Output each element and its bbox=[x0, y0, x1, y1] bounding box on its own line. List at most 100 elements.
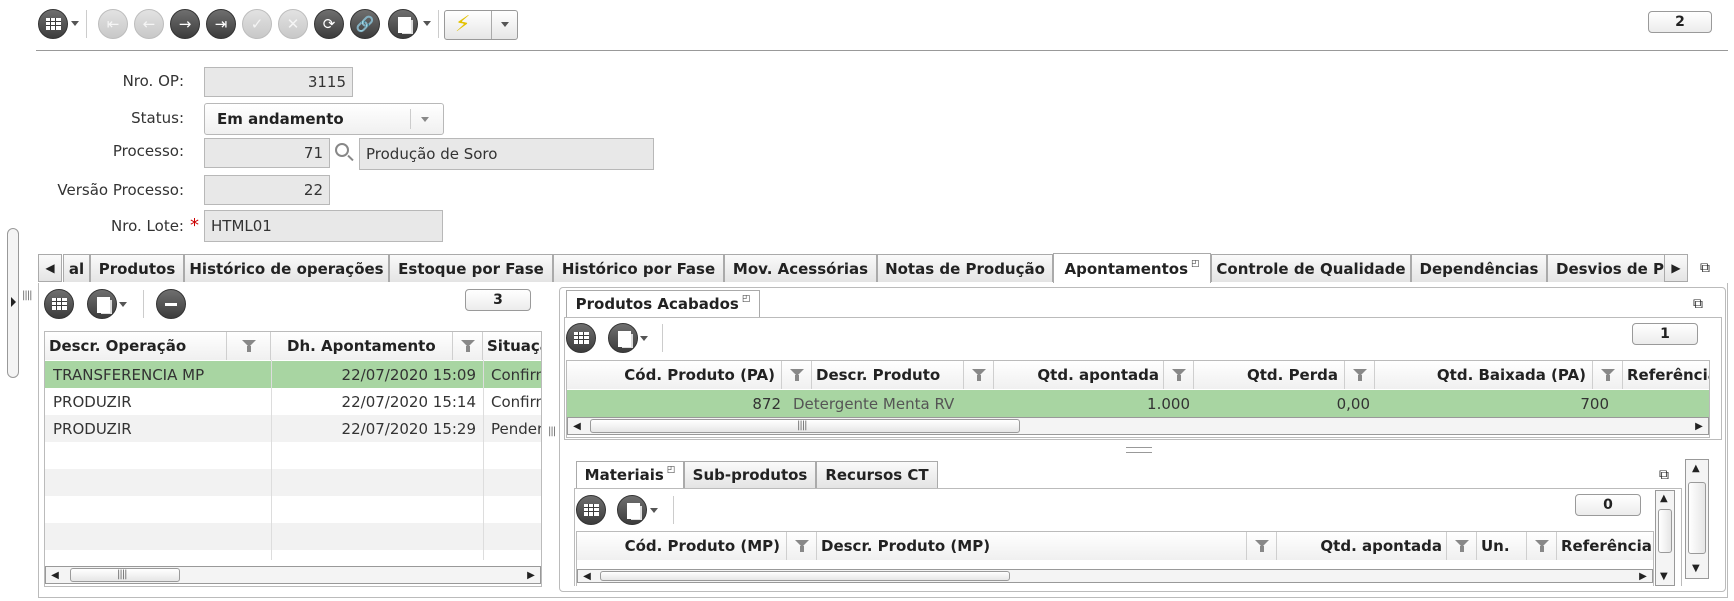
scroll-right-icon[interactable]: ▶ bbox=[522, 567, 540, 583]
chevron-down-icon[interactable] bbox=[119, 302, 127, 307]
tab-scroll-left-button[interactable]: ◀ bbox=[38, 254, 62, 282]
col-cod-produto-mp[interactable]: Cód. Produto (MP) bbox=[577, 532, 787, 560]
window-icon[interactable]: ⧉ bbox=[1700, 260, 1710, 276]
apontamentos-clone-button[interactable] bbox=[87, 289, 117, 319]
scroll-right-icon[interactable]: ▶ bbox=[1690, 418, 1708, 434]
table-row[interactable]: 872 Detergente Menta RV 1.000 0,00 700 bbox=[567, 390, 1709, 417]
horizontal-splitter[interactable] bbox=[1126, 447, 1152, 453]
col-dh-apontamento-filter[interactable] bbox=[453, 332, 483, 360]
scroll-up-icon[interactable]: ▲ bbox=[1660, 493, 1668, 504]
col-descr-produto[interactable]: Descr. Produto bbox=[812, 361, 964, 389]
tab-al[interactable]: al bbox=[63, 254, 90, 282]
materiais-clone-button[interactable] bbox=[617, 495, 647, 525]
scroll-thumb[interactable] bbox=[1688, 482, 1706, 554]
status-select[interactable]: Em andamento bbox=[204, 103, 444, 135]
col-dh-apontamento[interactable]: Dh. Apontamento bbox=[271, 332, 453, 360]
tab-sub-produtos[interactable]: Sub-produtos bbox=[684, 461, 816, 488]
nro-op-field[interactable]: 3115 bbox=[204, 67, 353, 97]
col-un-filter[interactable] bbox=[1527, 532, 1557, 560]
col-qtd-baixada[interactable]: Qtd. Baixada (PA) bbox=[1375, 361, 1593, 389]
processo-code-field[interactable]: 71 bbox=[204, 138, 330, 168]
scroll-left-icon[interactable]: ◀ bbox=[46, 567, 64, 583]
col-descr-produto-mp[interactable]: Descr. Produto (MP) bbox=[817, 532, 1247, 560]
detach-icon[interactable]: ◰ bbox=[1191, 259, 1200, 269]
tab-mov-acessorias[interactable]: Mov. Acessórias bbox=[724, 254, 877, 282]
col-qtd-perda-filter[interactable] bbox=[1345, 361, 1375, 389]
splitter-grip[interactable]: ||| bbox=[548, 426, 556, 437]
col-qtd-apontada-mp-filter[interactable] bbox=[1447, 532, 1477, 560]
detach-icon[interactable]: ◰ bbox=[742, 294, 751, 304]
table-row[interactable]: PRODUZIR 22/07/2020 15:29 Pendente bbox=[45, 415, 541, 442]
scroll-thumb[interactable]: |||| bbox=[590, 419, 1020, 433]
chevron-down-icon[interactable] bbox=[71, 21, 79, 26]
resize-grip[interactable]: |||| bbox=[22, 290, 33, 301]
pa-clone-button[interactable] bbox=[608, 323, 638, 353]
apontamentos-grid-menu-button[interactable] bbox=[44, 289, 74, 319]
tab-materiais[interactable]: Materiais ◰ bbox=[576, 461, 684, 488]
detach-icon[interactable]: ◰ bbox=[667, 465, 676, 475]
table-row[interactable]: PRODUZIR 22/07/2020 15:14 Confirmado bbox=[45, 388, 541, 415]
pa-grid-menu-button[interactable] bbox=[566, 323, 596, 353]
tab-estoque-por-fase[interactable]: Estoque por Fase bbox=[389, 254, 553, 282]
last-record-button[interactable]: ⇥ bbox=[206, 9, 236, 39]
col-referencia-mp[interactable]: Referência bbox=[1557, 532, 1653, 560]
tab-dependencias[interactable]: Dependências bbox=[1411, 254, 1547, 282]
tab-recursos-ct[interactable]: Recursos CT bbox=[816, 461, 938, 488]
materiais-vscrollbar[interactable]: ▲ ▼ bbox=[1655, 490, 1675, 586]
clone-button[interactable] bbox=[388, 9, 418, 39]
pa-hscrollbar[interactable]: ◀ |||| ▶ bbox=[567, 417, 1709, 435]
tab-notas-producao[interactable]: Notas de Produção bbox=[877, 254, 1053, 282]
remove-button[interactable] bbox=[156, 289, 186, 319]
tab-scroll-right-button[interactable]: ▶ bbox=[1664, 254, 1688, 282]
tab-produtos-acabados[interactable]: Produtos Acabados ◰ bbox=[566, 290, 760, 317]
col-qtd-apontada-filter[interactable] bbox=[1164, 361, 1194, 389]
previous-record-button[interactable]: ← bbox=[134, 9, 164, 39]
scroll-left-icon[interactable]: ◀ bbox=[568, 418, 586, 434]
next-record-button[interactable]: → bbox=[170, 9, 200, 39]
scroll-down-icon[interactable]: ▼ bbox=[1692, 563, 1700, 574]
chevron-down-icon[interactable] bbox=[423, 21, 431, 26]
nro-lote-field[interactable]: HTML01 bbox=[204, 210, 443, 242]
col-descr-produto-filter[interactable] bbox=[964, 361, 994, 389]
first-record-button[interactable]: ⇤ bbox=[98, 9, 128, 39]
col-descr-operacao-filter[interactable] bbox=[227, 332, 271, 360]
versao-processo-field[interactable]: 22 bbox=[204, 175, 330, 205]
col-cod-produto-mp-filter[interactable] bbox=[787, 532, 817, 560]
col-qtd-apontada-mp[interactable]: Qtd. apontada bbox=[1277, 532, 1447, 560]
scroll-right-icon[interactable]: ▶ bbox=[1634, 570, 1652, 582]
tab-historico-operacoes[interactable]: Histórico de operações bbox=[184, 254, 389, 282]
chevron-down-icon[interactable] bbox=[640, 336, 648, 341]
side-panel-toggle[interactable] bbox=[7, 228, 19, 378]
col-cod-produto-pa-filter[interactable] bbox=[782, 361, 812, 389]
chevron-down-icon[interactable] bbox=[650, 508, 658, 513]
col-cod-produto-pa[interactable]: Cód. Produto (PA) bbox=[567, 361, 782, 389]
col-situacao[interactable]: Situação bbox=[483, 332, 541, 360]
link-button[interactable]: 🔗 bbox=[350, 9, 380, 39]
table-row[interactable]: TRANSFERENCIA MP 22/07/2020 15:09 Confir… bbox=[45, 361, 541, 388]
col-descr-operacao[interactable]: Descr. Operação bbox=[45, 332, 227, 360]
confirm-button[interactable]: ✓ bbox=[242, 9, 272, 39]
tab-apontamentos[interactable]: Apontamentos ◰ bbox=[1053, 253, 1211, 283]
tab-historico-por-fase[interactable]: Histórico por Fase bbox=[553, 254, 724, 282]
col-qtd-baixada-filter[interactable] bbox=[1593, 361, 1623, 389]
scroll-up-icon[interactable]: ▲ bbox=[1692, 463, 1700, 474]
tab-controle-qualidade[interactable]: Controle de Qualidade bbox=[1211, 254, 1411, 282]
materiais-hscrollbar[interactable]: ◀ ▶ bbox=[577, 569, 1653, 583]
actions-button[interactable]: ⚡ bbox=[444, 10, 518, 40]
grid-menu-button[interactable] bbox=[38, 9, 68, 39]
apontamentos-hscrollbar[interactable]: ◀ |||| ▶ bbox=[45, 566, 541, 584]
search-icon[interactable] bbox=[333, 142, 355, 164]
scroll-left-icon[interactable]: ◀ bbox=[578, 570, 596, 582]
materiais-grid-menu-button[interactable] bbox=[576, 495, 606, 525]
window-icon[interactable]: ⧉ bbox=[1693, 296, 1703, 312]
scroll-thumb[interactable]: |||| bbox=[70, 568, 180, 582]
scroll-thumb[interactable] bbox=[600, 571, 1010, 581]
scroll-thumb[interactable] bbox=[1658, 509, 1672, 553]
col-qtd-perda[interactable]: Qtd. Perda bbox=[1194, 361, 1345, 389]
col-referencia[interactable]: Referência do Pro bbox=[1623, 361, 1709, 389]
right-panel-vscrollbar[interactable]: ▲ ▼ bbox=[1685, 459, 1709, 579]
scroll-down-icon[interactable]: ▼ bbox=[1660, 571, 1668, 582]
col-descr-produto-mp-filter[interactable] bbox=[1247, 532, 1277, 560]
cancel-button[interactable]: ✕ bbox=[278, 9, 308, 39]
window-icon[interactable]: ⧉ bbox=[1659, 467, 1669, 483]
